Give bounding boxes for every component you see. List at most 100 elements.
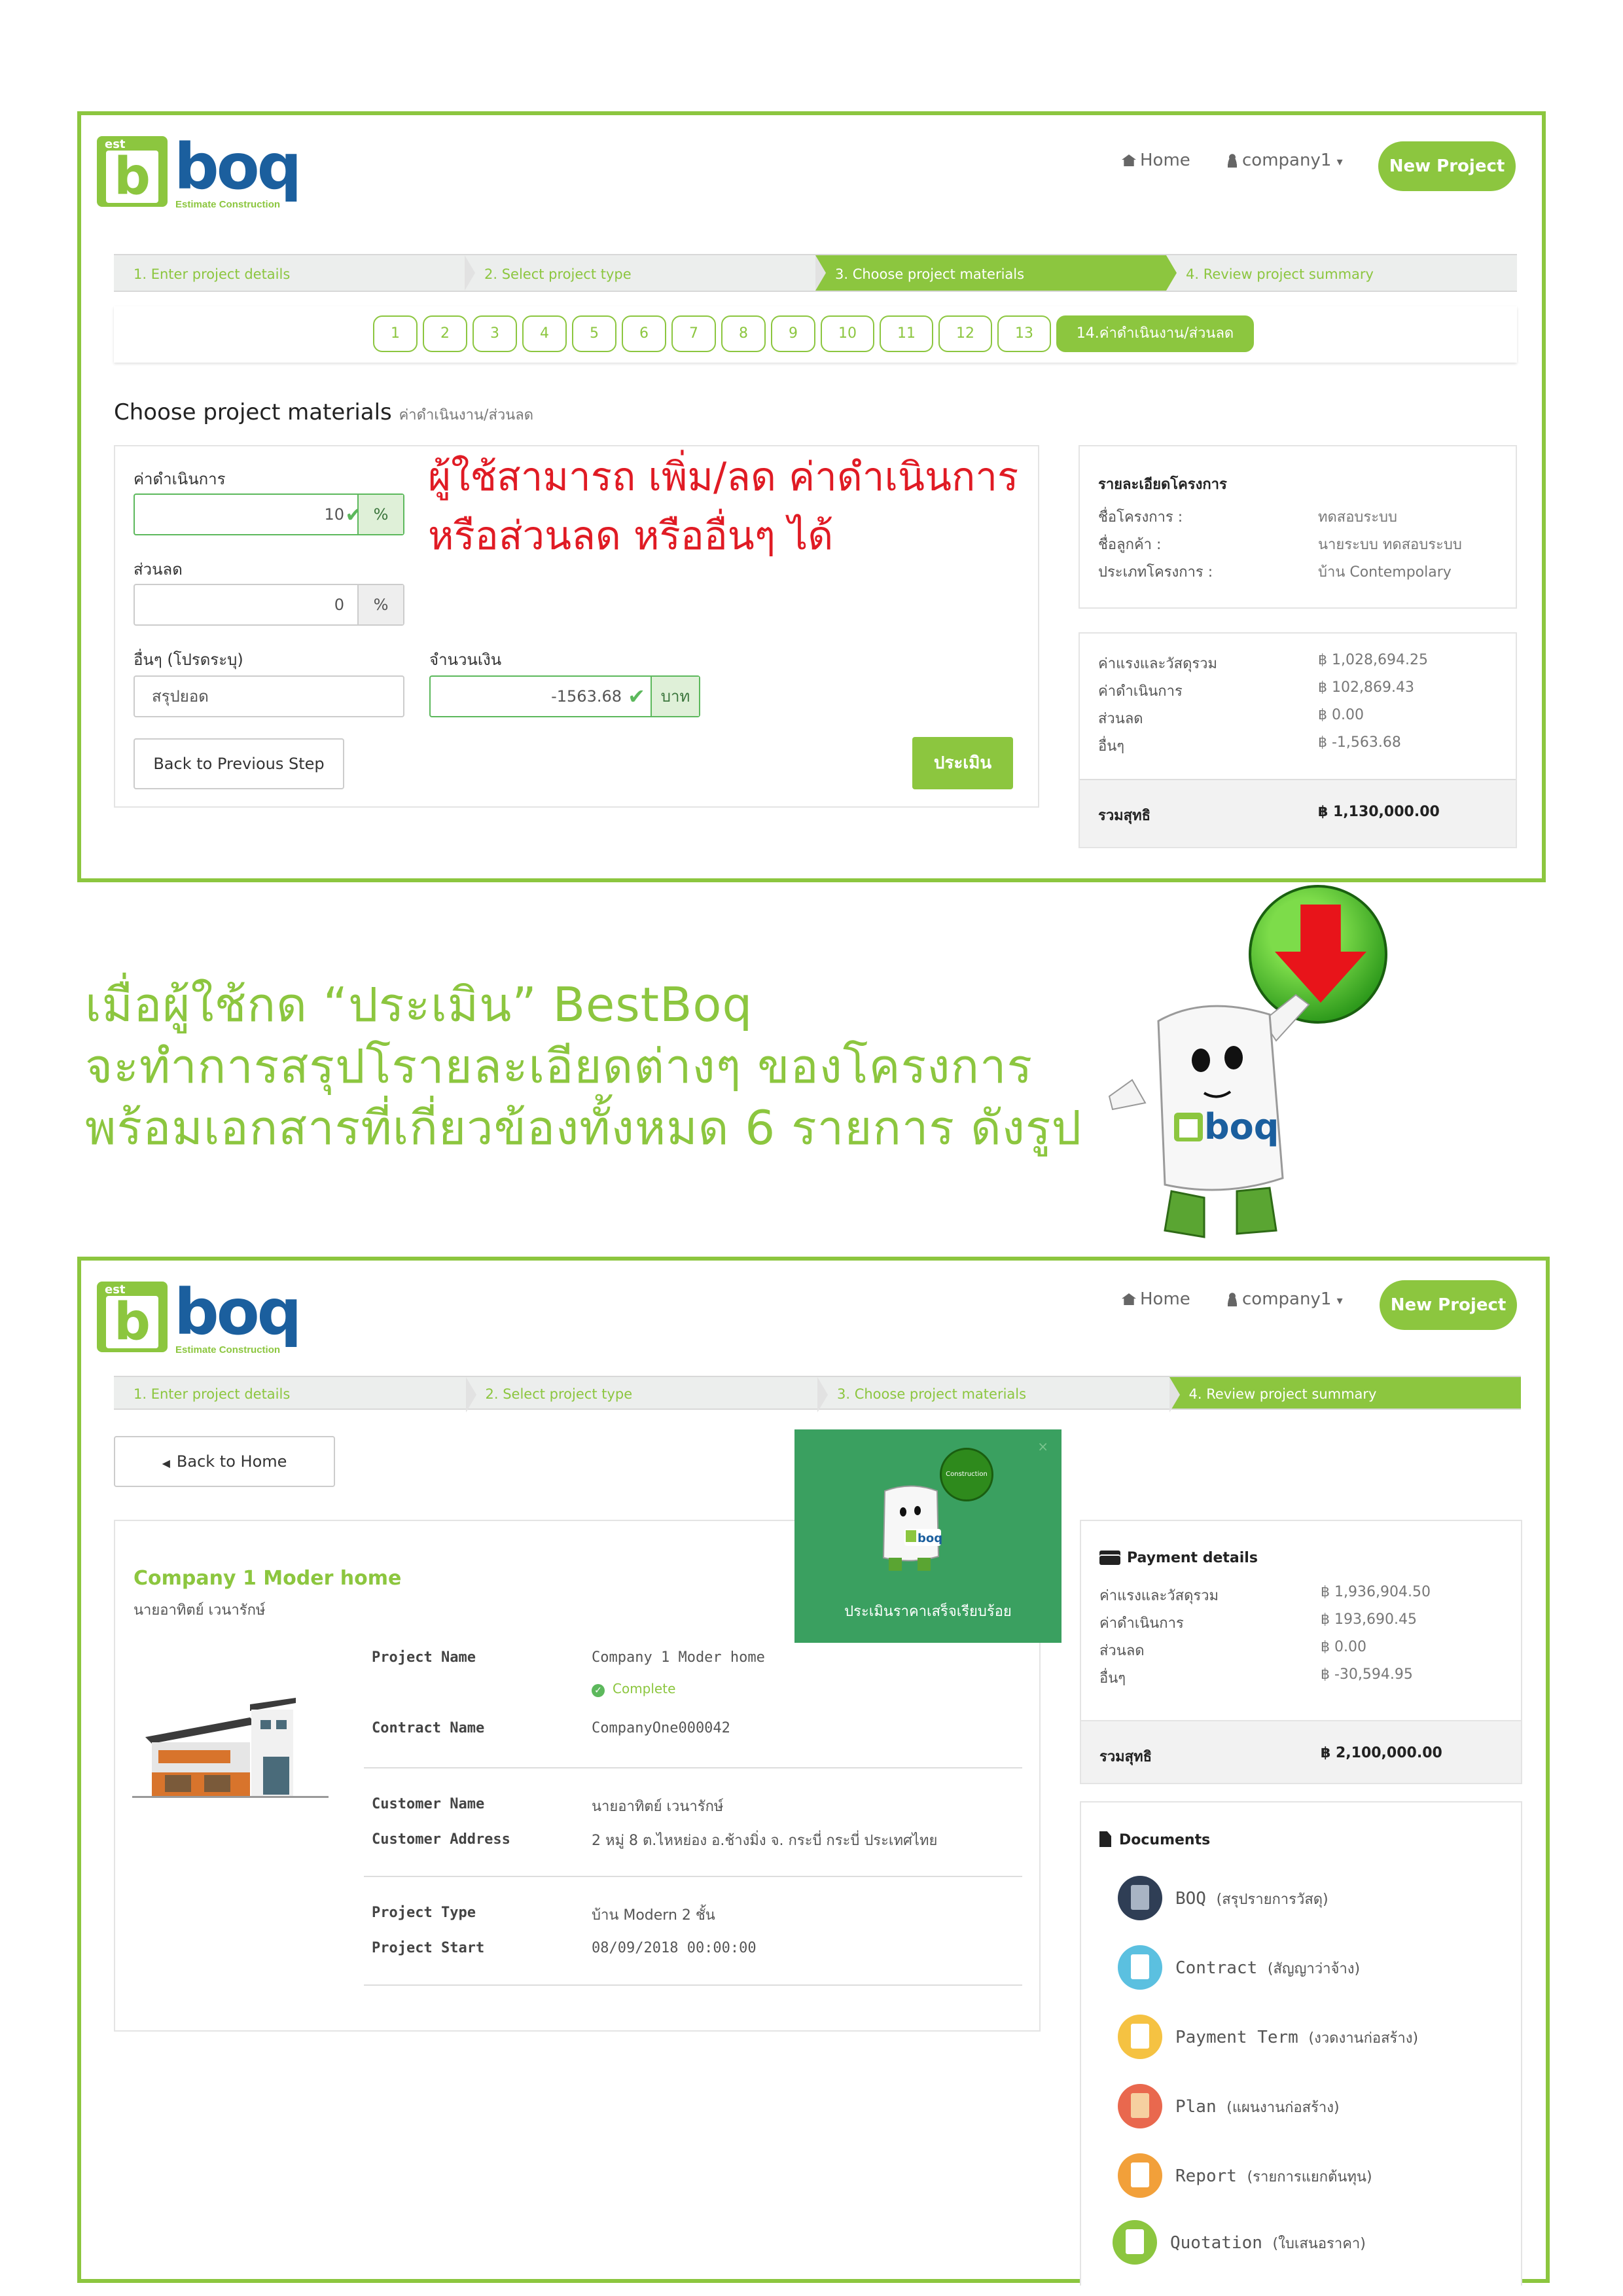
document-label: BOQ (สรุปรายการวัสดุ)	[1175, 1888, 1329, 1910]
detail-key: Contract Name	[372, 1720, 485, 1736]
step-4[interactable]: 4. Review project summary	[1166, 254, 1517, 292]
house-illustration-icon	[132, 1698, 329, 1798]
cost-total-row: รวมสุทธิ ฿ 1,130,000.00	[1080, 779, 1516, 847]
page-14-active[interactable]: 14.ค่าดำเนินงาน/ส่วนลด	[1056, 315, 1254, 352]
page-7[interactable]: 7	[671, 315, 716, 352]
documents-card: Documents BOQ (สรุปรายการวัสดุ) Contract…	[1080, 1801, 1522, 2286]
discount-input[interactable]: 0 %	[134, 584, 404, 626]
bestboq-logo[interactable]: est b boq Estimate Construction	[97, 1276, 313, 1355]
document-name: Payment Term	[1175, 2028, 1298, 2047]
detail-value: 2 หมู่ 8 ต.ไหหย่อง อ.ช้างมิ่ง จ. กระบี่ …	[592, 1833, 938, 1849]
page-5[interactable]: 5	[572, 315, 616, 352]
step-2[interactable]: 2. Select project type	[465, 1376, 828, 1412]
caret-down-icon: ▾	[1336, 155, 1343, 169]
success-toast: × Construction boq ประเมินราคาเสร็จเรียบ…	[794, 1429, 1061, 1643]
page-8[interactable]: 8	[721, 315, 766, 352]
step-4-active[interactable]: 4. Review project summary	[1169, 1376, 1521, 1410]
file-icon	[1099, 1831, 1111, 1847]
nav-home-label: Home	[1140, 1289, 1190, 1309]
operation-unit: %	[357, 495, 403, 534]
new-project-button[interactable]: New Project	[1380, 1280, 1517, 1330]
bestboq-logo[interactable]: est b boq Estimate Construction	[97, 131, 313, 210]
nav-user-label: company1	[1242, 1289, 1332, 1309]
evaluate-button[interactable]: ประเมิน	[912, 737, 1013, 789]
detail-key: Customer Address	[372, 1831, 510, 1848]
amount-unit: บาท	[651, 677, 699, 716]
page-title-text: Choose project materials	[114, 399, 392, 425]
page-title: Choose project materials ค่าดำเนินงาน/ส่…	[114, 399, 533, 426]
cost-value: ฿ -1,563.68	[1318, 734, 1401, 751]
page-12[interactable]: 12	[938, 315, 992, 352]
wizard-steps: 1. Enter project details 2. Select proje…	[114, 1376, 1521, 1412]
page-9[interactable]: 9	[771, 315, 815, 352]
step-3-active[interactable]: 3. Choose project materials	[815, 254, 1177, 292]
operation-value: 10	[324, 505, 344, 524]
status-badge: ✓ Complete	[592, 1681, 675, 1697]
screenshot-panel-materials: est b boq Estimate Construction Home com…	[77, 111, 1546, 882]
detail-value: นายอาทิตย์ เวนารักษ์	[592, 1799, 724, 1815]
document-label: Payment Term (งวดงานก่อสร้าง)	[1175, 2026, 1418, 2049]
back-previous-step-button[interactable]: Back to Previous Step	[134, 738, 344, 789]
page-3[interactable]: 3	[473, 315, 517, 352]
cost-key: ค่าดำเนินการ	[1098, 683, 1183, 700]
back-to-home-label: Back to Home	[176, 1452, 287, 1471]
logo-tagline: Estimate Construction	[175, 1344, 281, 1355]
annotation-note: ผู้ใช้สามารถ เพิ่ม/ลด ค่าดำเนินการ หรือส…	[428, 448, 1018, 565]
payment-key: ส่วนลด	[1099, 1643, 1145, 1659]
nav-home-link[interactable]: Home	[1122, 151, 1190, 170]
document-label: Contract (สัญญาว่าจ้าง)	[1175, 1957, 1360, 1980]
discount-label: ส่วนลด	[134, 560, 183, 579]
page-11[interactable]: 11	[880, 315, 933, 352]
cost-summary-card: ค่าแรงและวัสดุรวม ฿ 1,028,694.25 ค่าดำเน…	[1079, 632, 1517, 848]
document-desc: (รายการแยกต้นทุน)	[1247, 2169, 1372, 2185]
page-1[interactable]: 1	[373, 315, 418, 352]
step-1[interactable]: 1. Enter project details	[114, 1376, 476, 1412]
page-10[interactable]: 10	[821, 315, 874, 352]
contract-icon	[1118, 1945, 1162, 1990]
logo-badge-letter: b	[106, 1296, 158, 1348]
company-owner: นายอาทิตย์ เวนารักษ์	[134, 1602, 266, 1619]
mascot-icon: boq	[1108, 994, 1310, 1238]
step-3[interactable]: 3. Choose project materials	[817, 1376, 1179, 1412]
logo-tagline: Estimate Construction	[175, 199, 281, 210]
cost-value: ฿ 0.00	[1318, 707, 1364, 723]
wizard-steps: 1. Enter project details 2. Select proje…	[114, 254, 1517, 292]
payment-term-icon	[1118, 2015, 1162, 2059]
document-desc: (สรุปรายการวัสดุ)	[1216, 1892, 1329, 1908]
back-to-home-button[interactable]: ◀ Back to Home	[114, 1436, 335, 1487]
detail-key: Customer Name	[372, 1796, 485, 1812]
nav-home-link[interactable]: Home	[1122, 1289, 1190, 1309]
toast-close-icon[interactable]: ×	[1037, 1439, 1048, 1454]
discount-value: 0	[334, 596, 344, 614]
page-6[interactable]: 6	[622, 315, 666, 352]
operation-input[interactable]: 10 ✔ %	[134, 493, 404, 535]
amount-input[interactable]: -1563.68 ✔ บาท	[429, 675, 700, 717]
document-label: Report (รายการแยกต้นทุน)	[1175, 2165, 1372, 2188]
step-2[interactable]: 2. Select project type	[465, 254, 826, 292]
plan-icon	[1118, 2084, 1162, 2128]
documents-heading-text: Documents	[1119, 1832, 1211, 1848]
detail-value: Company 1 Moder home	[592, 1649, 765, 1666]
annotation-line-1: ผู้ใช้สามารถ เพิ่ม/ลด ค่าดำเนินการ	[428, 454, 1019, 500]
home-icon	[1122, 1293, 1136, 1305]
step-1[interactable]: 1. Enter project details	[114, 254, 475, 292]
amount-value: -1563.68	[551, 687, 622, 706]
page-4[interactable]: 4	[522, 315, 567, 352]
nav-user-dropdown[interactable]: company1 ▾	[1226, 151, 1343, 170]
document-name: Report	[1175, 2166, 1237, 2186]
detail-value: 08/09/2018 00:00:00	[592, 1940, 757, 1956]
cost-total-label: รวมสุทธิ	[1098, 808, 1151, 824]
screenshot-panel-summary: est b boq Estimate Construction Home com…	[77, 1257, 1550, 2286]
check-circle-icon: ✓	[592, 1684, 605, 1697]
mascot-brand: boq	[1204, 1106, 1279, 1147]
operation-label: ค่าดำเนินการ	[134, 470, 226, 488]
new-project-button[interactable]: New Project	[1378, 141, 1516, 191]
page-2[interactable]: 2	[423, 315, 467, 352]
amount-label: จำนวนเงิน	[429, 651, 502, 669]
payment-heading-text: Payment details	[1127, 1550, 1258, 1566]
payment-key: ค่าดำเนินการ	[1099, 1615, 1184, 1632]
logo-badge: est b	[97, 136, 168, 207]
page-13[interactable]: 13	[997, 315, 1051, 352]
nav-user-dropdown[interactable]: company1 ▾	[1226, 1289, 1343, 1309]
other-input[interactable]: สรุปยอด	[134, 675, 404, 717]
